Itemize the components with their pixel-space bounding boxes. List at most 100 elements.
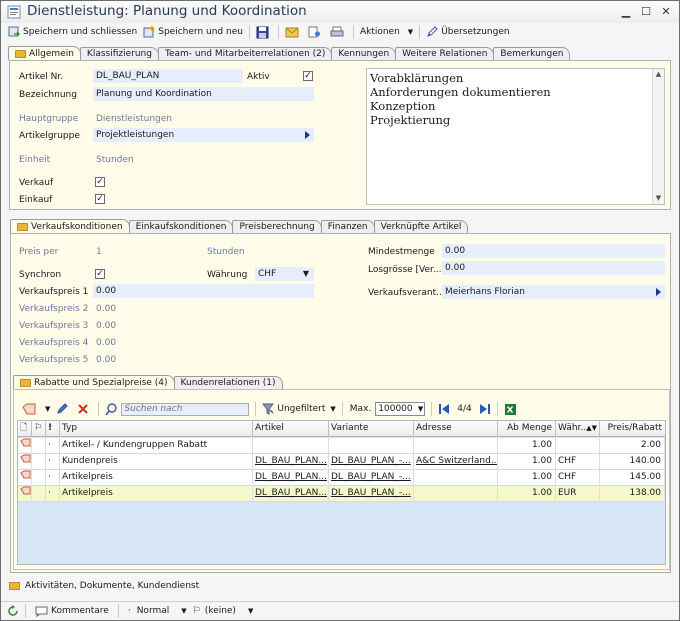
tab-klassifizierung[interactable]: Klassifizierung xyxy=(79,47,159,60)
bottom-group-bar[interactable]: Aktivitäten, Dokumente, Kundendienst xyxy=(1,577,679,595)
actions-menu[interactable]: Aktionen ▼ xyxy=(357,24,416,40)
chevron-down-icon[interactable]: ▼ xyxy=(300,268,312,280)
priority-menu[interactable]: · Normal ▼ xyxy=(125,603,190,619)
verkauf-checkbox[interactable]: ✓ xyxy=(95,177,105,187)
price-tag-icon xyxy=(18,470,32,486)
table-row[interactable]: · Artikel- / Kundengruppen Rabatt 1.00 2.00 xyxy=(18,438,665,454)
verantwortlich-field[interactable]: Meierhans Florian xyxy=(442,285,665,299)
priority-icon: ! xyxy=(46,421,60,437)
cell-variante[interactable]: DL_BAU_PLAN_-... xyxy=(329,486,414,502)
tab-allgemein[interactable]: Allgemein xyxy=(8,46,81,60)
refresh-icon[interactable] xyxy=(7,605,19,617)
cell-artikel[interactable] xyxy=(253,438,329,454)
col-artikel[interactable]: Artikel xyxy=(253,421,329,437)
flag-menu[interactable]: ⚐ (keine) ▼ xyxy=(190,603,257,619)
table-row[interactable]: · Artikelpreis DL_BAU_PLAN... DL_BAU_PLAN_-… xyxy=(18,486,665,502)
save-new-button[interactable]: Speichern und neu xyxy=(140,24,246,40)
chevron-right-icon[interactable] xyxy=(656,288,661,296)
flag-cell xyxy=(32,438,46,454)
description-memo[interactable]: Vorabklärungen Anforderungen dokumentier… xyxy=(366,68,665,205)
filter-menu[interactable]: Ungefiltert ▼ xyxy=(259,401,338,417)
chevron-right-icon[interactable] xyxy=(305,131,310,139)
tab-preisberechnung[interactable]: Preisberechnung xyxy=(232,220,322,233)
cell-adresse[interactable] xyxy=(414,438,498,454)
bezeichnung-field[interactable]: Planung und Koordination xyxy=(93,87,314,101)
excel-icon[interactable] xyxy=(504,403,517,416)
tab-bemerkungen[interactable]: Bemerkungen xyxy=(493,47,571,60)
status-separator xyxy=(25,604,26,618)
col-ab-menge[interactable]: Ab Menge xyxy=(498,421,556,437)
toolbar-separator xyxy=(431,402,433,416)
hauptgruppe-label: Hauptgruppe xyxy=(19,114,79,124)
last-page-icon[interactable] xyxy=(479,403,491,415)
tab-finanzen[interactable]: Finanzen xyxy=(320,220,375,233)
tab-label: Klassifizierung xyxy=(86,49,152,59)
preis-per-value: 1 xyxy=(96,247,102,257)
cell-adresse[interactable] xyxy=(414,486,498,502)
cell-artikel[interactable]: DL_BAU_PLAN... xyxy=(253,470,329,486)
aktiv-checkbox[interactable]: ✓ xyxy=(303,71,313,81)
col-preis[interactable]: Preis/Rabatt xyxy=(600,421,665,437)
save-button[interactable] xyxy=(253,24,275,40)
comments-button[interactable]: Kommentare xyxy=(32,603,112,619)
cell-artikel[interactable]: DL_BAU_PLAN... xyxy=(253,454,329,470)
tab-einkaufskonditionen[interactable]: Einkaufskonditionen xyxy=(128,220,234,233)
cell-adresse[interactable] xyxy=(414,470,498,486)
cell-preis: 140.00 xyxy=(600,454,665,470)
cell-artikel[interactable]: DL_BAU_PLAN... xyxy=(253,486,329,502)
edit-button[interactable] xyxy=(53,401,74,417)
tab-kundenrelationen[interactable]: Kundenrelationen (1) xyxy=(173,376,283,389)
maximize-button[interactable]: ☐ xyxy=(639,5,653,18)
translations-button[interactable]: Übersetzungen xyxy=(423,24,512,40)
tab-kennungen[interactable]: Kennungen xyxy=(331,47,397,60)
max-select[interactable]: 100000 ▼ xyxy=(375,402,426,416)
table-row[interactable]: · Artikelpreis DL_BAU_PLAN... DL_BAU_PLAN_-… xyxy=(18,470,665,486)
cell-waehrung: EUR xyxy=(556,486,600,502)
tab-label: Bemerkungen xyxy=(500,49,564,59)
col-variante[interactable]: Variante xyxy=(329,421,414,437)
einkauf-checkbox[interactable]: ✓ xyxy=(95,194,105,204)
attachment-button[interactable] xyxy=(305,24,327,40)
sort-icon: ▲▼ xyxy=(586,424,597,432)
artikelgruppe-field[interactable]: Projektleistungen xyxy=(93,128,314,142)
print-button[interactable] xyxy=(327,24,350,40)
tab-rabatte[interactable]: Rabatte und Spezialpreise (4) xyxy=(13,375,175,389)
tab-label: Preisberechnung xyxy=(239,222,315,232)
tab-weitere-relationen[interactable]: Weitere Relationen xyxy=(395,47,495,60)
vp1-field[interactable]: 0.00 xyxy=(93,284,314,298)
scroll-down-icon[interactable]: ▼ xyxy=(653,193,664,204)
minimize-button[interactable]: ▁ xyxy=(619,5,633,18)
tab-verkaufskonditionen[interactable]: Verkaufskonditionen xyxy=(10,219,130,233)
save-close-button[interactable]: Speichern und schliessen xyxy=(5,24,140,40)
losgroesse-field[interactable]: 0.00 xyxy=(442,261,665,275)
mail-button[interactable] xyxy=(282,24,305,40)
artikel-nr-field[interactable]: DL_BAU_PLAN xyxy=(93,69,243,83)
tab-team-relationen[interactable]: Team- und Mitarbeiterrelationen (2) xyxy=(157,47,333,60)
artikel-nr-label: Artikel Nr. xyxy=(19,72,64,82)
vp4-label: Verkaufspreis 4 xyxy=(19,338,89,348)
mindestmenge-field[interactable]: 0.00 xyxy=(442,244,665,258)
cell-variante[interactable]: DL_BAU_PLAN_-... xyxy=(329,470,414,486)
tab-label: Weitere Relationen xyxy=(402,49,488,59)
close-button[interactable]: ✕ xyxy=(659,5,673,18)
cell-variante[interactable]: DL_BAU_PLAN_-... xyxy=(329,454,414,470)
first-page-icon[interactable] xyxy=(438,403,450,415)
cell-adresse[interactable]: A&C Switzerland... xyxy=(414,454,498,470)
memo-scrollbar[interactable]: ▲ ▼ xyxy=(652,69,664,204)
tab-verknuepfte-artikel[interactable]: Verknüpfte Artikel xyxy=(373,220,469,233)
floppy-disk-icon xyxy=(256,26,269,38)
tab-label: Einkaufskonditionen xyxy=(135,222,227,232)
new-price-button[interactable]: ▼ xyxy=(19,401,53,417)
scroll-up-icon[interactable]: ▲ xyxy=(653,69,664,80)
cell-waehrung xyxy=(556,438,600,454)
cell-variante[interactable] xyxy=(329,438,414,454)
memo-line: Vorabklärungen xyxy=(370,71,464,85)
col-typ[interactable]: Typ xyxy=(60,421,253,437)
synchron-checkbox[interactable]: ✓ xyxy=(95,269,105,279)
col-adresse[interactable]: Adresse xyxy=(414,421,498,437)
search-input[interactable] xyxy=(121,402,250,416)
col-waehrung[interactable]: Währ... ▲▼ xyxy=(556,421,600,437)
table-row[interactable]: · Kundenpreis DL_BAU_PLAN... DL_BAU_PLAN_-.… xyxy=(18,454,665,470)
delete-button[interactable] xyxy=(74,401,95,417)
price-tag-icon xyxy=(22,403,36,415)
